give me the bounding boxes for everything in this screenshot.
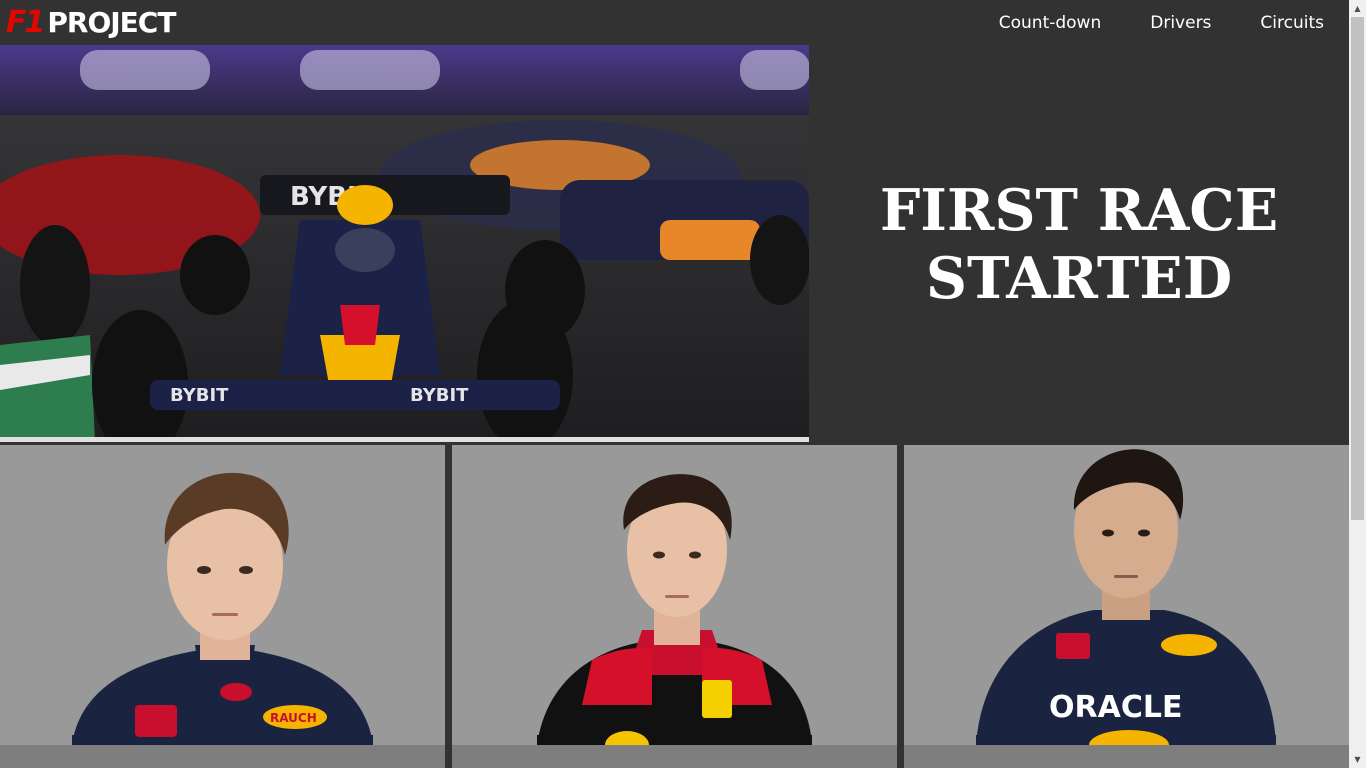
page: F1 PROJECT Count-down Drivers Circuits B… xyxy=(0,0,1349,768)
race-car-illustration: BYBIT BYBIT BYBIT xyxy=(0,45,809,442)
logo-text: PROJECT xyxy=(47,6,176,39)
card-footer xyxy=(452,745,897,768)
nav-links: Count-down Drivers Circuits xyxy=(999,0,1324,45)
scrollbar-thumb[interactable] xyxy=(1351,17,1364,520)
svg-text:BYBIT: BYBIT xyxy=(410,385,469,406)
site-logo[interactable]: F1 PROJECT xyxy=(6,5,176,40)
nav-link-countdown[interactable]: Count-down xyxy=(999,13,1102,33)
driver-photo: RAUCH xyxy=(72,472,373,768)
scroll-down-icon[interactable]: ▼ xyxy=(1349,751,1366,768)
driver-card[interactable]: ORACLE xyxy=(904,445,1349,768)
card-footer xyxy=(904,745,1349,768)
driver-card[interactable]: RAUCH xyxy=(0,445,445,768)
nav-link-circuits[interactable]: Circuits xyxy=(1260,13,1324,33)
driver-photo xyxy=(537,474,812,768)
svg-text:ORACLE: ORACLE xyxy=(1049,690,1182,725)
nav-link-drivers[interactable]: Drivers xyxy=(1150,13,1211,33)
drivers-section: RAUCH ORACLE xyxy=(0,445,1349,768)
svg-text:RAUCH: RAUCH xyxy=(270,711,317,725)
driver-photo: ORACLE xyxy=(976,449,1276,768)
navbar: F1 PROJECT Count-down Drivers Circuits xyxy=(0,0,1349,45)
driver-card[interactable] xyxy=(452,445,897,768)
hero-race-image: BYBIT BYBIT BYBIT xyxy=(0,45,809,442)
vertical-scrollbar[interactable]: ▲ ▼ xyxy=(1349,0,1366,768)
hero-title: FIRST RACE STARTED xyxy=(879,177,1279,312)
hero-title-area: FIRST RACE STARTED xyxy=(809,45,1349,445)
scroll-up-icon[interactable]: ▲ xyxy=(1349,0,1366,17)
svg-text:BYBIT: BYBIT xyxy=(170,385,229,406)
f1-logo-mark: F1 xyxy=(6,5,45,40)
card-footer xyxy=(0,745,445,768)
